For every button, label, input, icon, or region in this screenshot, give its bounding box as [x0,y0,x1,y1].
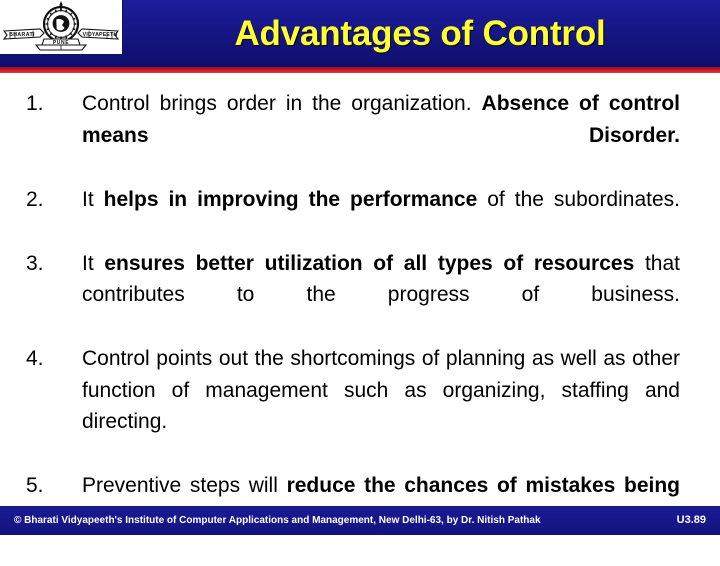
list-item: 1. Control brings order in the organizati… [0,88,720,183]
slide-footer-band: © Bharati Vidyapeeth's Institute of Comp… [0,506,720,535]
plain-run: It [82,187,104,211]
plain-run: Preventive steps will [82,474,287,497]
institution-logo: BHARATI VIDYAPEETH PUNE [0,0,123,55]
list-item-number: 1. [26,92,44,115]
plain-run: Control brings order in the organization… [82,92,482,115]
list-item-text: Control points out the shortcomings of p… [82,343,680,469]
emphasized-run: ensures better utilization of all types … [104,251,635,275]
list-item: 3. It ensures better utilization of all t… [0,248,720,343]
svg-text:BHARATI: BHARATI [9,32,35,38]
list-item-text: It ensures better utilization of all typ… [82,248,680,343]
bharati-vidyapeeth-emblem-icon: BHARATI VIDYAPEETH PUNE [0,0,122,54]
list-item-number: 4. [26,347,44,370]
list-item-text: It helps in improving the performance of… [82,184,680,247]
header-accent-rule [0,67,720,73]
footer-slide-code: U3.89 [676,514,706,526]
list-item: 2. It helps in improving the performance … [0,184,720,247]
emphasized-run: helps in improving the performance [103,187,478,211]
list-item: 4. Control points out the shortcomings of… [0,343,720,469]
list-item-number: 2. [26,187,44,211]
list-item-number: 5. [26,474,44,497]
list-item-text: Control brings order in the organization… [82,88,680,183]
advantages-list: 1. Control brings order in the organizati… [0,88,720,566]
footer-credit: © Bharati Vidyapeeth's Institute of Comp… [14,515,541,526]
plain-run: Control points out the shortcomings of p… [82,347,680,433]
page-title: Advantages of Control [234,14,606,53]
plain-run: It [82,251,105,275]
list-item-number: 3. [26,251,44,275]
plain-run: of the subordinates. [477,187,680,211]
